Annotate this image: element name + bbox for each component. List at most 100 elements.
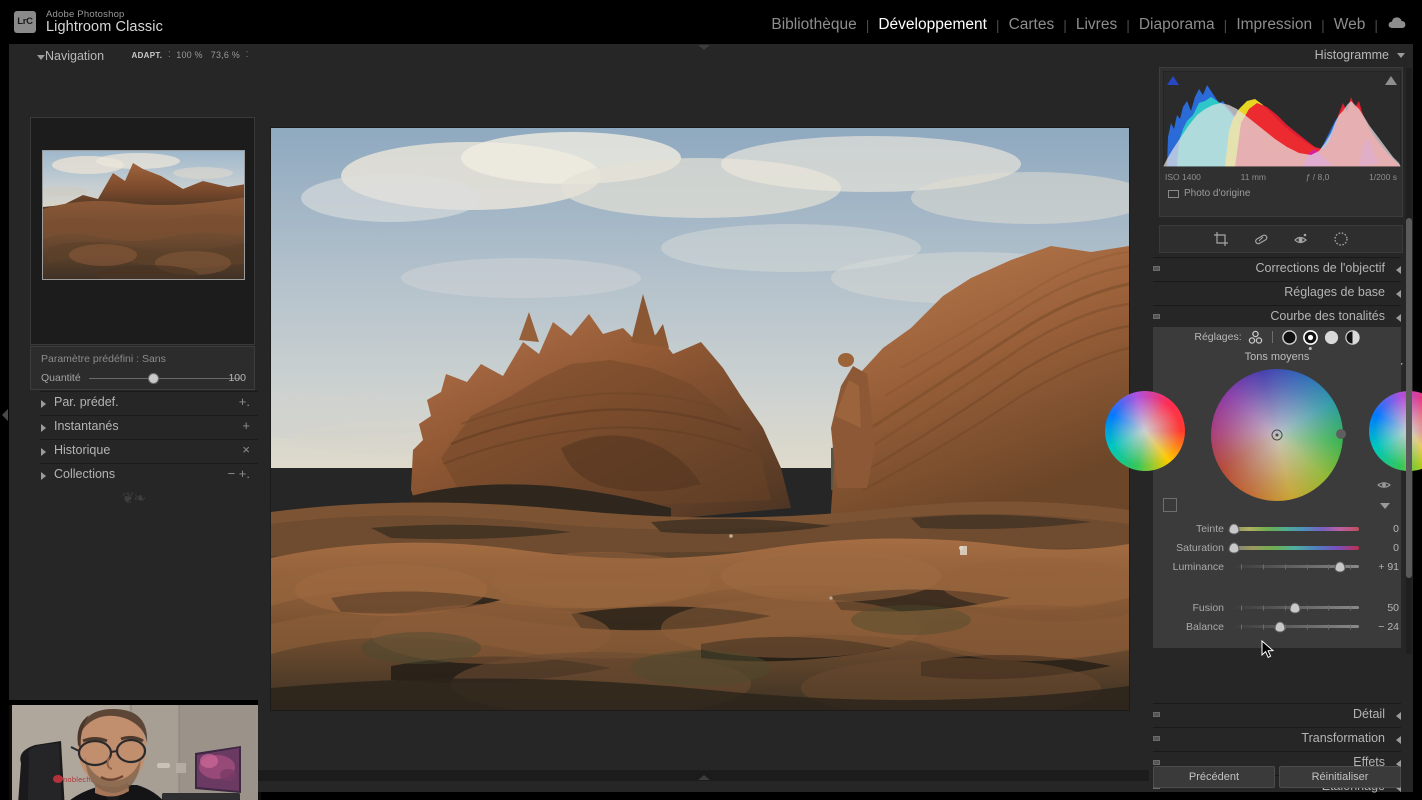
mode-divider — [1271, 331, 1273, 343]
scrollbar-thumb[interactable] — [1406, 218, 1412, 578]
slider-track[interactable] — [1228, 523, 1359, 534]
section-action-button[interactable]: + — [242, 418, 250, 433]
section-enable-switch[interactable] — [1153, 760, 1160, 765]
crop-overlay-icon[interactable] — [1213, 231, 1229, 247]
chevron-right-icon[interactable] — [41, 472, 46, 480]
original-photo-toggle[interactable]: Photo d'origine — [1168, 188, 1250, 199]
slider-luminance[interactable]: Luminance + 91 — [1153, 557, 1401, 576]
amount-value[interactable]: 100 — [228, 372, 246, 384]
cloud-icon[interactable] — [1388, 16, 1406, 34]
right-panel-scrollbar[interactable] — [1406, 68, 1412, 654]
highlight-clipping-indicator[interactable] — [1385, 76, 1397, 85]
navigator-thumbnail[interactable] — [42, 150, 245, 280]
chevron-left-icon[interactable] — [1396, 736, 1401, 744]
section-action-button[interactable]: − +. — [228, 466, 250, 481]
section-courbe-des-tonalit-s[interactable]: Courbe des tonalités — [1149, 305, 1413, 329]
chevron-down-icon[interactable] — [1397, 52, 1405, 58]
module-livres[interactable]: Livres — [1067, 16, 1126, 34]
wheel-center-crosshair[interactable] — [1271, 429, 1283, 441]
slider-knob[interactable] — [1274, 621, 1286, 632]
zoom-fit-button[interactable]: ADAPT. — [128, 51, 167, 60]
slider-value[interactable]: − 24 — [1359, 621, 1399, 633]
color-swatch[interactable] — [1163, 498, 1177, 512]
highlights-color-wheel[interactable] — [1369, 391, 1422, 471]
section-action-button[interactable]: +. — [239, 394, 250, 409]
zoom-custom-stepper-icon[interactable]: ⁚ — [244, 51, 250, 58]
chevron-right-icon[interactable] — [41, 400, 46, 408]
section-enable-switch[interactable] — [1153, 736, 1160, 741]
left-section-par-pr-def-[interactable]: Par. prédef. +. — [21, 391, 258, 415]
global-wheel-icon[interactable] — [1344, 329, 1360, 345]
section-d-tail[interactable]: Détail — [1149, 703, 1413, 727]
slider-track[interactable] — [1231, 561, 1359, 572]
zoom-custom-button[interactable]: 73,6 % — [207, 50, 244, 60]
highlights-wheel-icon[interactable] — [1324, 330, 1339, 345]
module-biblioth-que[interactable]: Bibliothèque — [762, 16, 865, 34]
left-panel-collapse-icon[interactable] — [2, 409, 8, 421]
module-d-veloppement[interactable]: Développement — [869, 16, 996, 34]
app-logo: LrC — [14, 11, 36, 33]
filmstrip-expand-icon[interactable] — [697, 775, 710, 780]
slider-knob[interactable] — [1334, 561, 1346, 572]
chevron-left-icon[interactable] — [1396, 266, 1401, 274]
chevron-left-icon[interactable] — [1396, 290, 1401, 298]
shadows-color-wheel[interactable] — [1105, 391, 1185, 471]
shadows-wheel-icon[interactable] — [1281, 329, 1297, 345]
main-photo[interactable] — [271, 128, 1129, 710]
section-transformation[interactable]: Transformation — [1149, 727, 1413, 751]
slider-knob[interactable] — [1289, 602, 1301, 613]
slider-value[interactable]: 0 — [1359, 523, 1399, 535]
toolbar-collapse-top-icon[interactable] — [697, 45, 710, 50]
section-action-button[interactable]: × — [242, 442, 250, 457]
zoom-100-button[interactable]: 100 % — [172, 50, 207, 60]
slider-track[interactable] — [1228, 542, 1359, 553]
chevron-right-icon[interactable] — [41, 424, 46, 432]
section-corrections-de-l-objectif[interactable]: Corrections de l'objectif — [1149, 257, 1413, 281]
section-r-glages-de-base[interactable]: Réglages de base — [1149, 281, 1413, 305]
module-diaporama[interactable]: Diaporama — [1130, 16, 1224, 34]
shadow-clipping-indicator[interactable] — [1167, 76, 1179, 85]
histogram-graph[interactable] — [1163, 71, 1401, 167]
slider-value[interactable]: + 91 — [1359, 561, 1399, 573]
amount-slider-track[interactable] — [89, 378, 241, 379]
midtones-color-wheel[interactable] — [1211, 369, 1343, 501]
slider-teinte[interactable]: Teinte 0 — [1153, 519, 1401, 538]
slider-knob[interactable] — [1228, 542, 1240, 553]
slider-value[interactable]: 0 — [1359, 542, 1399, 554]
slider-saturation[interactable]: Saturation 0 — [1153, 538, 1401, 557]
eye-icon[interactable] — [1377, 477, 1391, 495]
slider-track[interactable] — [1231, 602, 1359, 613]
slider-balance[interactable]: Balance − 24 — [1153, 617, 1401, 636]
reset-button[interactable]: Réinitialiser — [1279, 766, 1401, 788]
midtones-wheel-icon[interactable] — [1302, 329, 1318, 350]
three-wheels-icon[interactable] — [1248, 330, 1263, 345]
slider-track[interactable] — [1231, 621, 1359, 632]
chevron-right-icon[interactable] — [41, 448, 46, 456]
module-cartes[interactable]: Cartes — [1000, 16, 1064, 34]
amount-slider-knob[interactable] — [148, 373, 159, 384]
left-section-historique[interactable]: Historique × — [21, 439, 258, 463]
chevron-left-icon[interactable] — [1396, 314, 1401, 322]
section-enable-switch[interactable] — [1153, 314, 1160, 319]
histogram-header[interactable]: Histogramme — [1149, 44, 1413, 66]
slider-fusion[interactable]: Fusion 50 — [1153, 598, 1401, 617]
left-section-collections[interactable]: Collections − +. — [21, 463, 258, 487]
module-impression[interactable]: Impression — [1227, 16, 1321, 34]
wheel-luminance-knob[interactable] — [1336, 429, 1346, 439]
expand-sliders-icon[interactable] — [1380, 503, 1390, 509]
section-enable-switch[interactable] — [1153, 266, 1160, 271]
chevron-left-icon[interactable] — [1396, 712, 1401, 720]
photo-canvas[interactable] — [258, 44, 1149, 781]
masking-icon[interactable] — [1333, 231, 1349, 247]
left-section-instantan-s[interactable]: Instantanés + — [21, 415, 258, 439]
previous-button[interactable]: Précédent — [1153, 766, 1275, 788]
section-enable-switch[interactable] — [1153, 712, 1160, 717]
slider-knob[interactable] — [1228, 523, 1240, 534]
checkbox-icon[interactable] — [1168, 189, 1179, 198]
navigator-header[interactable]: Navigation ADAPT. ⁚ 100 % 73,6 % ⁚ — [9, 45, 258, 67]
module-web[interactable]: Web — [1325, 16, 1375, 34]
spot-removal-icon[interactable] — [1253, 231, 1269, 247]
slider-value[interactable]: 50 — [1359, 602, 1399, 614]
red-eye-correction-icon[interactable] — [1293, 231, 1309, 247]
chevron-down-icon[interactable] — [37, 55, 45, 60]
